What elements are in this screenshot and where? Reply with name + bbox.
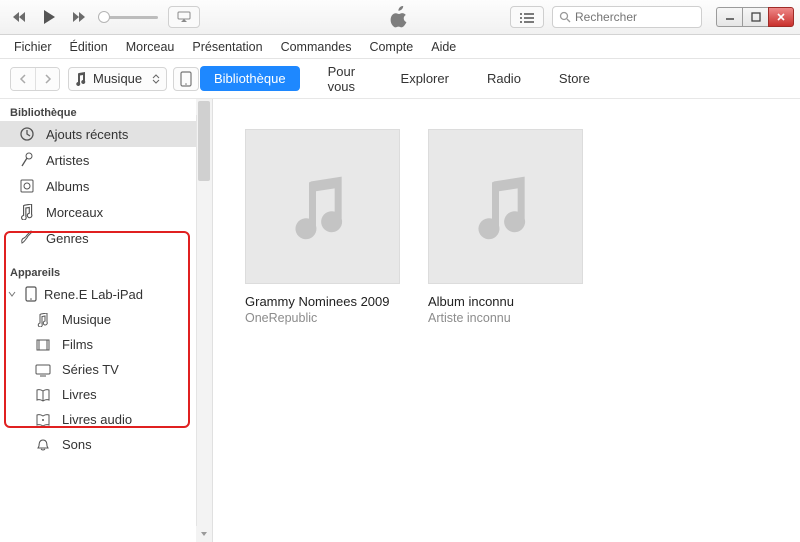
tab-pour-vous[interactable]: Pour vous [318,59,373,99]
nav-back-button[interactable] [11,68,35,90]
search-icon [559,11,571,23]
sidebar-header-appareils: Appareils [0,263,212,281]
menu-morceau[interactable]: Morceau [118,37,183,57]
sidebar-device-musique[interactable]: Musique [0,307,212,332]
scroll-down-icon[interactable] [196,526,212,542]
media-picker-label: Musique [93,71,142,86]
minimize-button[interactable] [716,7,742,27]
chevron-down-icon [8,290,18,298]
player-bar [0,0,800,35]
tab-store[interactable]: Store [549,66,600,91]
sidebar-item-recents[interactable]: Ajouts récents [0,121,212,147]
album-art-placeholder [245,129,400,284]
album-icon [18,178,36,194]
list-view-button[interactable] [510,6,544,28]
playback-controls [6,6,92,28]
sidebar-item-genres[interactable]: Genres [0,225,212,251]
menu-bar: Fichier Édition Morceau Présentation Com… [0,35,800,59]
volume-slider[interactable] [98,16,158,19]
book-icon [34,388,52,402]
bell-icon [34,438,52,452]
tv-icon [34,363,52,377]
audiobook-icon [34,413,52,427]
sidebar: Bibliothèque Ajouts récents Artistes Alb… [0,99,213,542]
airplay-button[interactable] [168,6,200,28]
media-picker[interactable]: Musique [68,67,167,91]
sidebar-item-label: Livres [62,387,97,402]
apple-logo-icon [390,6,410,28]
menu-fichier[interactable]: Fichier [6,37,60,57]
album-title: Album inconnu [428,294,583,309]
sidebar-item-label: Livres audio [62,412,132,427]
maximize-button[interactable] [742,7,768,27]
sidebar-item-label: Genres [46,231,89,246]
sidebar-item-label: Films [62,337,93,352]
window-controls [716,7,794,27]
album-artist: OneRepublic [245,311,400,325]
sidebar-item-label: Séries TV [62,362,119,377]
sidebar-device-films[interactable]: Films [0,332,212,357]
film-icon [34,338,52,352]
nav-row: Musique Bibliothèque Pour vous Explorer … [0,59,800,99]
microphone-icon [18,152,36,168]
sidebar-item-albums[interactable]: Albums [0,173,212,199]
music-note-icon [34,313,52,327]
sidebar-device[interactable]: Rene.E Lab-iPad [0,281,212,307]
sidebar-item-label: Morceaux [46,205,103,220]
guitar-icon [18,230,36,246]
sidebar-device-audiobooks[interactable]: Livres audio [0,407,212,432]
sidebar-item-label: Artistes [46,153,89,168]
sidebar-scrollbar[interactable] [196,99,212,542]
album-title: Grammy Nominees 2009 [245,294,400,309]
album-artist: Artiste inconnu [428,311,583,325]
main-body: Bibliothèque Ajouts récents Artistes Alb… [0,99,800,542]
tab-bibliotheque[interactable]: Bibliothèque [200,66,300,91]
search-input[interactable] [575,10,695,24]
ipad-icon [24,286,38,302]
play-button[interactable] [36,6,62,28]
nav-arrows [10,67,60,91]
scrollbar-thumb[interactable] [198,101,210,181]
view-tabs: Bibliothèque Pour vous Explorer Radio St… [200,59,600,99]
search-field[interactable] [552,6,702,28]
nav-forward-button[interactable] [35,68,59,90]
menu-compte[interactable]: Compte [361,37,421,57]
sidebar-item-label: Ajouts récents [46,127,128,142]
clock-icon [18,126,36,142]
album-item[interactable]: Album inconnu Artiste inconnu [428,129,583,542]
sidebar-item-artistes[interactable]: Artistes [0,147,212,173]
menu-edition[interactable]: Édition [62,37,116,57]
sidebar-item-morceaux[interactable]: Morceaux [0,199,212,225]
previous-button[interactable] [6,6,32,28]
sidebar-device-livres[interactable]: Livres [0,382,212,407]
menu-aide[interactable]: Aide [423,37,464,57]
stepper-icon [152,74,160,84]
sidebar-item-label: Musique [62,312,111,327]
music-note-icon [18,204,36,220]
close-button[interactable] [768,7,794,27]
sidebar-header-bibliotheque: Bibliothèque [0,103,212,121]
tab-explorer[interactable]: Explorer [391,66,459,91]
sidebar-device-sons[interactable]: Sons [0,432,212,457]
sidebar-device-label: Rene.E Lab-iPad [44,287,143,302]
sidebar-item-label: Albums [46,179,89,194]
music-note-icon [75,72,87,86]
next-button[interactable] [66,6,92,28]
album-art-placeholder [428,129,583,284]
sidebar-device-series[interactable]: Séries TV [0,357,212,382]
device-button[interactable] [173,67,199,91]
album-item[interactable]: Grammy Nominees 2009 OneRepublic [245,129,400,542]
content-grid: Grammy Nominees 2009 OneRepublic Album i… [213,99,800,542]
menu-commandes[interactable]: Commandes [273,37,360,57]
sidebar-item-label: Sons [62,437,92,452]
menu-presentation[interactable]: Présentation [184,37,270,57]
tab-radio[interactable]: Radio [477,66,531,91]
right-tools [510,6,794,28]
